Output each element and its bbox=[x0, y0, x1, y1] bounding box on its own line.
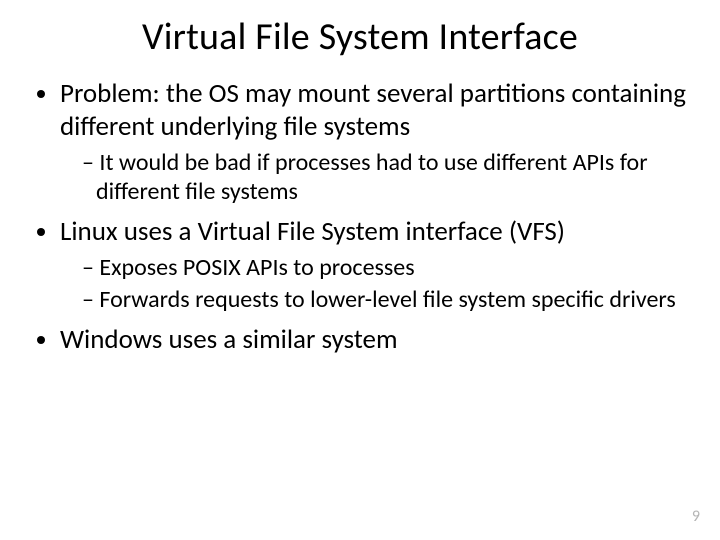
bullet-item: Linux uses a Virtual File System interfa… bbox=[60, 216, 692, 313]
sub-bullet-list: Exposes POSIX APIs to processes Forwards… bbox=[60, 253, 692, 314]
sub-bullet-text: It would be bad if processes had to use … bbox=[96, 148, 648, 206]
bullet-text: Problem: the OS may mount several partit… bbox=[60, 77, 686, 143]
bullet-text: Linux uses a Virtual File System interfa… bbox=[60, 215, 565, 248]
slide: Virtual File System Interface Problem: t… bbox=[0, 0, 720, 540]
sub-bullet-item: Forwards requests to lower-level file sy… bbox=[82, 285, 692, 314]
sub-bullet-item: It would be bad if processes had to use … bbox=[82, 148, 692, 207]
page-number: 9 bbox=[692, 507, 700, 526]
sub-bullet-text: Exposes POSIX APIs to processes bbox=[99, 253, 414, 282]
bullet-list: Problem: the OS may mount several partit… bbox=[28, 78, 692, 357]
bullet-item: Problem: the OS may mount several partit… bbox=[60, 78, 692, 206]
slide-title: Virtual File System Interface bbox=[28, 14, 692, 60]
sub-bullet-text: Forwards requests to lower-level file sy… bbox=[99, 285, 675, 314]
sub-bullet-item: Exposes POSIX APIs to processes bbox=[82, 253, 692, 282]
bullet-text: Windows uses a similar system bbox=[60, 323, 398, 356]
sub-bullet-list: It would be bad if processes had to use … bbox=[60, 148, 692, 207]
bullet-item: Windows uses a similar system bbox=[60, 324, 692, 357]
